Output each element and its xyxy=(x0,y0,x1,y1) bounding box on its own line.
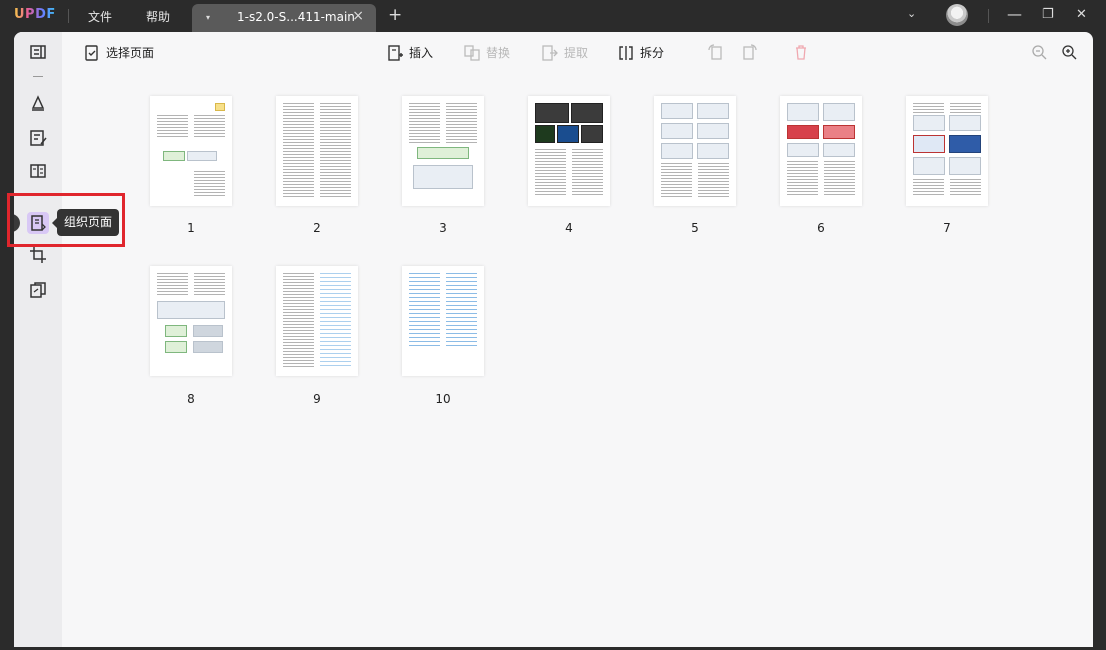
extract-icon xyxy=(542,44,558,61)
title-separator xyxy=(988,9,989,23)
menu-file[interactable]: 文件 xyxy=(88,8,112,25)
edit-pdf-icon[interactable] xyxy=(28,128,48,148)
replace-icon xyxy=(464,44,480,61)
page-thumbnail-6[interactable] xyxy=(780,96,862,206)
page-thumbnail-8[interactable] xyxy=(150,266,232,376)
page-thumbnail-2[interactable] xyxy=(276,96,358,206)
replace-button[interactable]: 替换 xyxy=(464,44,510,61)
page-number: 3 xyxy=(439,221,447,235)
rotate-left-button[interactable] xyxy=(707,44,723,60)
new-tab-button[interactable]: + xyxy=(388,5,402,25)
rotate-right-icon xyxy=(743,44,757,60)
tab-close-icon[interactable]: × xyxy=(352,8,364,24)
page-thumbnail-5[interactable] xyxy=(654,96,736,206)
page-thumbnail-4[interactable] xyxy=(528,96,610,206)
extract-button[interactable]: 提取 xyxy=(542,44,588,61)
zoom-out-icon xyxy=(1032,45,1047,60)
page-number: 7 xyxy=(943,221,951,235)
document-tab[interactable]: ▾ 1-s2.0-S...411-main × xyxy=(192,4,376,32)
toolbar-divider xyxy=(33,76,43,77)
reader-icon[interactable] xyxy=(28,42,48,62)
comment-icon[interactable] xyxy=(28,93,48,113)
tab-dropdown-icon[interactable]: ▾ xyxy=(206,13,210,22)
page-thumbnail-10[interactable] xyxy=(402,266,484,376)
page-thumbnail-7[interactable] xyxy=(906,96,988,206)
avatar[interactable] xyxy=(946,4,968,26)
rotate-right-button[interactable] xyxy=(742,44,758,60)
minimize-button[interactable]: — xyxy=(1007,5,1022,23)
delete-button[interactable] xyxy=(793,44,809,60)
main-window: 组织页面 选择页面 插入 替换 提取 拆分 1 2 3 4 5 6 7 8 9 … xyxy=(14,32,1093,647)
page-number: 8 xyxy=(187,392,195,406)
form-icon[interactable] xyxy=(28,161,48,181)
select-pages-label: 选择页面 xyxy=(106,46,155,60)
rotate-left-icon xyxy=(708,44,722,60)
page-number: 1 xyxy=(187,221,195,235)
page-number: 10 xyxy=(435,392,451,406)
crop-icon[interactable] xyxy=(28,245,48,265)
menu-help[interactable]: 帮助 xyxy=(146,8,170,25)
select-pages-button[interactable]: 选择页面 xyxy=(84,44,154,61)
extract-label: 提取 xyxy=(564,46,589,60)
trash-icon xyxy=(796,45,806,60)
zoom-in-icon xyxy=(1062,45,1077,60)
page-toolbar: 选择页面 插入 替换 提取 拆分 xyxy=(62,32,1093,74)
split-label: 拆分 xyxy=(640,46,665,60)
page-thumbnail-1[interactable] xyxy=(150,96,232,206)
highlight-box xyxy=(7,193,125,247)
split-button[interactable]: 拆分 xyxy=(618,44,664,61)
page-number: 6 xyxy=(817,221,825,235)
convert-icon[interactable] xyxy=(28,280,48,300)
insert-icon xyxy=(388,44,403,61)
title-separator xyxy=(68,9,69,23)
left-toolbar xyxy=(14,32,62,647)
restore-button[interactable]: ❐ xyxy=(1042,7,1054,22)
title-bar: UPDF 文件 帮助 ▾ 1-s2.0-S...411-main × + ⌄ —… xyxy=(0,0,1106,32)
close-button[interactable]: ✕ xyxy=(1076,7,1087,22)
select-pages-icon xyxy=(85,44,98,61)
replace-label: 替换 xyxy=(486,46,511,60)
page-number: 2 xyxy=(313,221,321,235)
insert-label: 插入 xyxy=(409,46,434,60)
page-number: 5 xyxy=(691,221,699,235)
insert-button[interactable]: 插入 xyxy=(387,44,433,61)
chevron-down-icon[interactable]: ⌄ xyxy=(907,7,916,20)
page-number: 9 xyxy=(313,392,321,406)
tab-title: 1-s2.0-S...411-main xyxy=(237,10,355,24)
page-thumbnail-9[interactable] xyxy=(276,266,358,376)
page-thumbnail-3[interactable] xyxy=(402,96,484,206)
app-logo: UPDF xyxy=(14,7,56,22)
split-icon xyxy=(619,45,633,60)
zoom-in-button[interactable] xyxy=(1061,44,1077,60)
zoom-out-button[interactable] xyxy=(1031,44,1047,60)
page-number: 4 xyxy=(565,221,573,235)
